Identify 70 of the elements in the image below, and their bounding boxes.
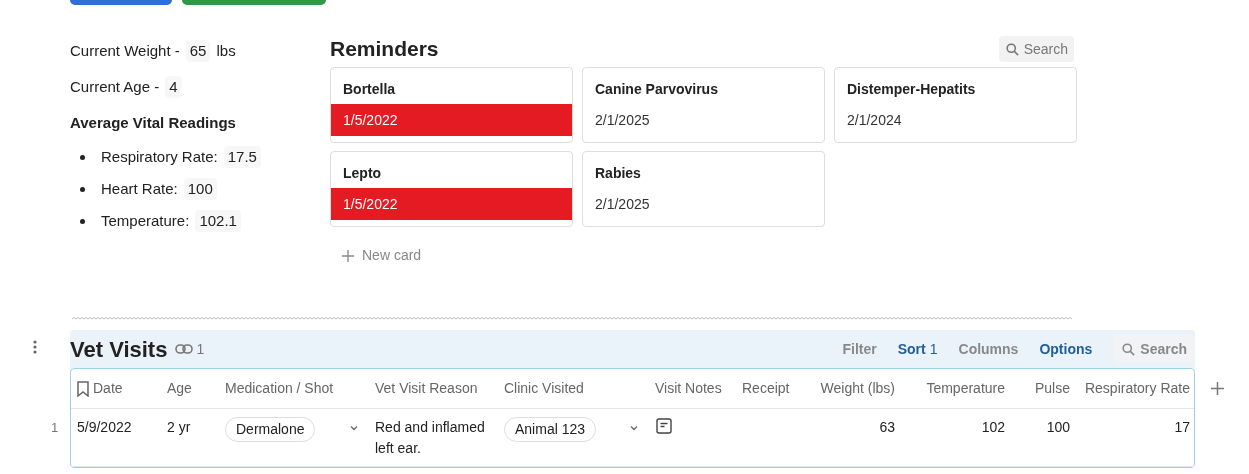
column-header[interactable]: Age — [167, 378, 192, 399]
card-date: 2/1/2025 — [594, 110, 651, 130]
table-cell: 63 — [879, 419, 895, 435]
plus-icon — [342, 249, 354, 262]
card-date: 2/1/2024 — [846, 110, 903, 130]
board-title: Reminders — [330, 36, 439, 63]
stat-value: 4 — [165, 75, 182, 99]
vital-value: 100 — [183, 177, 217, 201]
toolbar-button[interactable]: Options — [1039, 338, 1093, 360]
section-heading: Average Vital Readings — [70, 112, 237, 133]
column-header[interactable]: Clinic Visited — [504, 378, 584, 399]
search-button[interactable]: Search — [1113, 335, 1195, 363]
column-header[interactable]: Receipt — [742, 378, 790, 399]
vital-label: Heart Rate: — [101, 178, 178, 199]
column-header[interactable]: Respiratory Rate — [1084, 378, 1190, 399]
caret-icon[interactable] — [629, 423, 639, 433]
bullet-icon — [80, 186, 85, 192]
stat-label: Current Weight - — [70, 40, 180, 61]
table-cell: 5/9/2022 — [77, 419, 132, 435]
table-cell: 102 — [981, 419, 1005, 435]
toolbar-button[interactable]: Columns — [958, 338, 1019, 360]
card-title: Lepto — [342, 164, 383, 183]
search-icon — [1004, 41, 1020, 57]
drag-handle-icon[interactable] — [33, 340, 37, 354]
reminder-card[interactable]: Lepto 1/5/2022 — [330, 151, 573, 227]
note-icon[interactable] — [655, 417, 673, 435]
caret-icon[interactable] — [349, 423, 359, 433]
link-count: 1 — [196, 339, 205, 359]
bullet-icon — [80, 218, 85, 224]
reminder-card[interactable]: Canine Parvovirus 2/1/2025 — [582, 67, 825, 143]
card-title: Bortella — [342, 80, 397, 99]
table-cell: 17 — [1174, 419, 1190, 435]
reminder-card[interactable]: Rabies 2/1/2025 — [582, 151, 825, 227]
vital-label: Temperature: — [101, 210, 190, 231]
column-header[interactable]: Pulse — [1034, 378, 1070, 399]
column-header[interactable]: Temperature — [926, 378, 1005, 399]
table-title: Vet Visits — [70, 335, 168, 364]
bookmark-icon — [77, 380, 89, 397]
row-number: 1 — [51, 419, 59, 437]
card-title: Canine Parvovirus — [594, 80, 719, 99]
column-header[interactable]: Date — [93, 378, 123, 399]
toolbar-button[interactable]: Sort 1 — [897, 338, 938, 360]
vital-value: 17.5 — [223, 145, 261, 169]
link-icon[interactable] — [175, 343, 194, 355]
plus-icon[interactable] — [1211, 382, 1224, 395]
table-cell: 2 yr — [167, 419, 191, 435]
stat-value: 65 — [185, 39, 211, 63]
column-header[interactable]: Visit Notes — [655, 378, 722, 399]
card-date: 2/1/2025 — [594, 194, 651, 214]
card-date: 1/5/2022 — [331, 188, 572, 220]
card-title: Rabies — [594, 164, 642, 183]
search-icon — [1121, 341, 1137, 357]
stat-unit: lbs — [216, 40, 236, 61]
new-card-button[interactable]: New card — [342, 245, 422, 266]
card-title: Distemper-Hepatits — [846, 80, 977, 99]
card-date: 1/5/2022 — [331, 104, 572, 136]
column-header[interactable]: Weight (lbs) — [820, 378, 895, 399]
table-cell: 100 — [1046, 419, 1070, 435]
bullet-icon — [80, 154, 85, 160]
vital-label: Respiratory Rate: — [101, 146, 218, 167]
column-header[interactable]: Vet Visit Reason — [375, 378, 478, 399]
table-cell: Red and inflamed left ear. — [375, 419, 485, 456]
reminder-card[interactable]: Bortella 1/5/2022 — [330, 67, 573, 143]
column-header[interactable]: Medication / Shot — [225, 378, 334, 399]
search-button[interactable]: Search — [998, 36, 1074, 62]
vital-value: 102.1 — [195, 209, 241, 233]
reminder-card[interactable]: Distemper-Hepatits 2/1/2024 — [834, 67, 1077, 143]
toolbar-button[interactable]: Filter — [842, 338, 877, 360]
stat-label: Current Age - — [70, 76, 160, 97]
action-button[interactable] — [70, 0, 172, 5]
